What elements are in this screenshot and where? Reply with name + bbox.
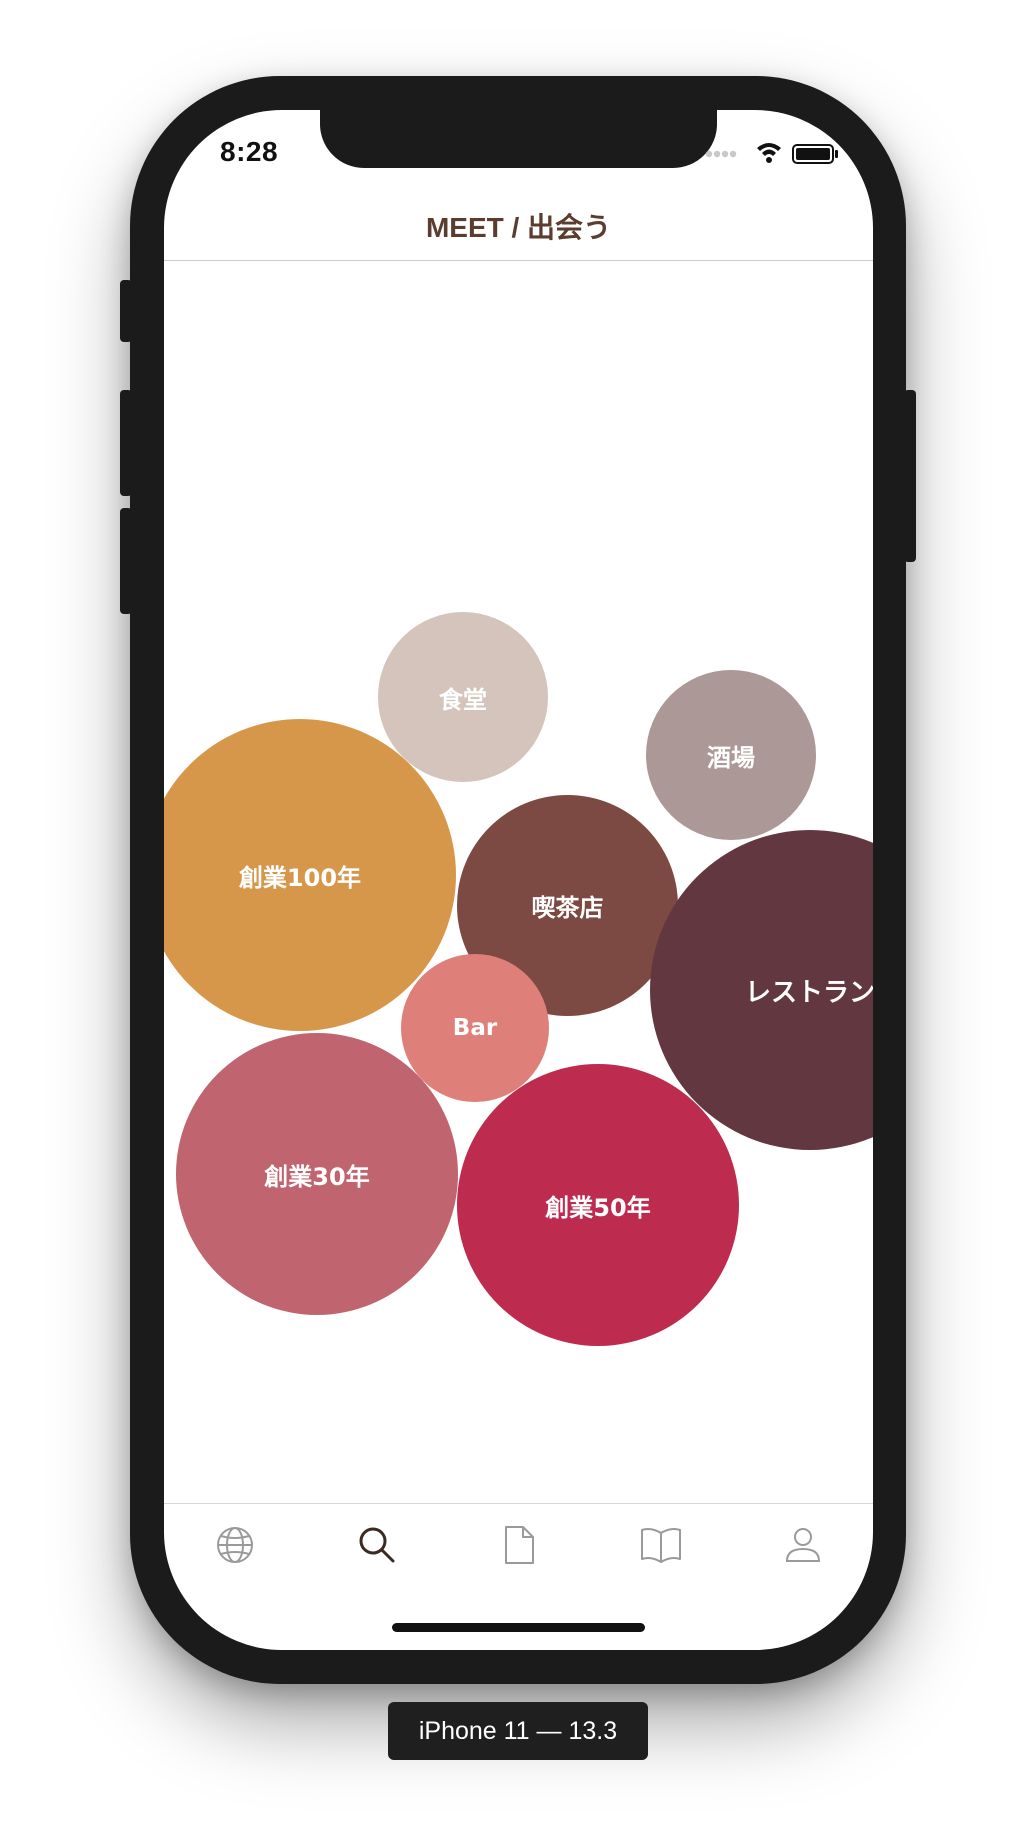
simulator-device-label: iPhone 11 — 13.3 (388, 1702, 648, 1760)
book-icon (641, 1528, 681, 1563)
bubble-sakaba[interactable]: 酒場 (646, 670, 816, 840)
bubble-label: Bar (452, 1015, 498, 1041)
bubble-sogyo-100[interactable]: 創業100年 (164, 719, 456, 1031)
bubble-label: 創業50年 (545, 1193, 651, 1222)
bubble-label: 喫茶店 (531, 894, 604, 922)
globe-icon (217, 1527, 253, 1563)
status-time: 8:28 (220, 136, 279, 167)
tab-globe[interactable] (205, 1520, 265, 1570)
document-icon (505, 1526, 534, 1564)
tab-profile[interactable] (773, 1520, 833, 1570)
bubble-label: レストラン (744, 977, 873, 1008)
bubble-bar[interactable]: Bar (401, 954, 549, 1102)
bubble-sogyo-50[interactable]: 創業50年 (457, 1064, 739, 1346)
simulator-stage: 8:28 MEET / 出会う 食堂 酒場 喫茶店 創業100年 レストラン B… (0, 0, 1036, 1832)
power-button (904, 390, 916, 562)
bubble-label: 創業100年 (238, 863, 362, 892)
volume-down-button (120, 508, 132, 614)
phone-screen: 8:28 MEET / 出会う 食堂 酒場 喫茶店 創業100年 レストラン B… (164, 110, 873, 1650)
search-icon (359, 1527, 395, 1563)
tab-bar (164, 1504, 873, 1604)
battery-icon (792, 144, 838, 164)
notch (320, 110, 717, 168)
page-title: MEET / 出会う (425, 212, 612, 243)
bubble-shokudo[interactable]: 食堂 (378, 612, 548, 782)
bubble-chart-area[interactable]: 食堂 酒場 喫茶店 創業100年 レストラン Bar 創業30年 創業50年 (164, 261, 873, 1503)
tab-document[interactable] (489, 1520, 549, 1570)
volume-up-button (120, 390, 132, 496)
tab-search[interactable] (347, 1520, 407, 1570)
bubble-sogyo-30[interactable]: 創業30年 (176, 1033, 458, 1315)
mute-switch (120, 280, 132, 342)
home-indicator[interactable] (392, 1623, 645, 1632)
bubble-label: 創業30年 (264, 1162, 370, 1191)
bubble-label: 食堂 (439, 685, 487, 714)
signal-dots-icon (705, 150, 737, 158)
wifi-icon (757, 143, 781, 163)
person-icon (785, 1528, 821, 1562)
bubble-label: 酒場 (707, 743, 755, 772)
status-icons (703, 140, 843, 166)
tab-book[interactable] (631, 1520, 691, 1570)
